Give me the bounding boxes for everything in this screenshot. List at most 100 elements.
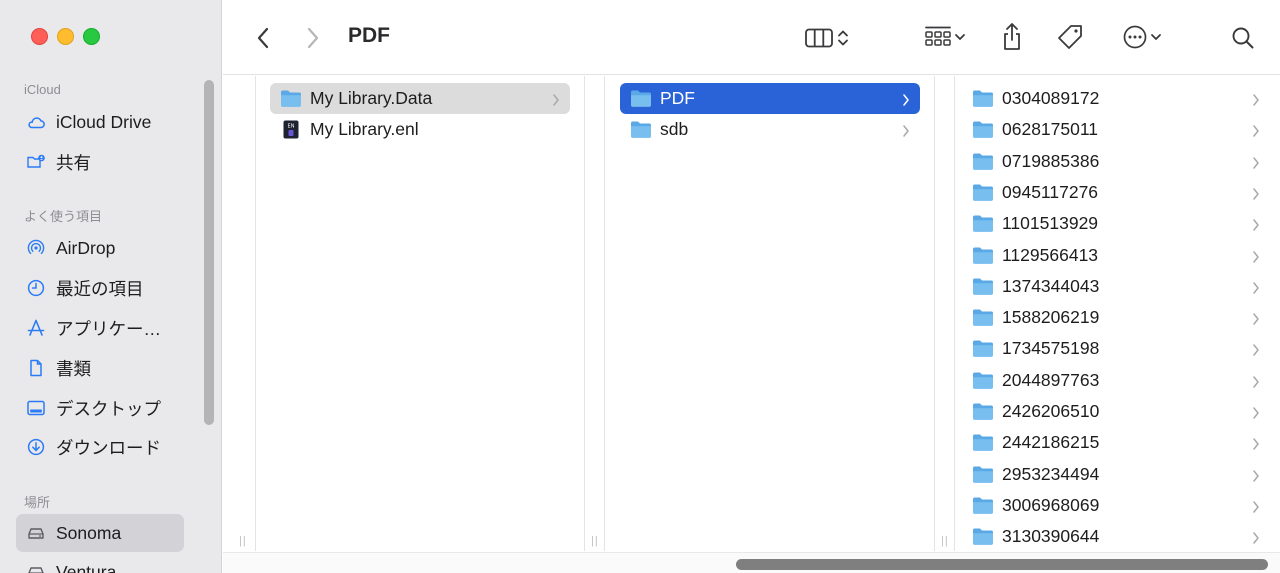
clock-icon bbox=[25, 277, 47, 299]
folder-icon bbox=[630, 89, 652, 108]
sidebar-item-desktop[interactable]: デスクトップ bbox=[16, 389, 184, 427]
item-name: 2426206510 bbox=[1002, 401, 1100, 421]
folder-row[interactable]: 0945117276 bbox=[962, 177, 1270, 208]
folder-icon bbox=[972, 183, 994, 202]
folder-row[interactable]: 3006968069 bbox=[962, 490, 1270, 521]
folder-icon bbox=[972, 433, 994, 452]
sidebar-item-label: Sonoma bbox=[56, 522, 122, 543]
folder-row[interactable]: 0304089172 bbox=[962, 83, 1270, 114]
item-name: 1129566413 bbox=[1002, 244, 1099, 265]
sidebar-item-label: 書類 bbox=[56, 358, 91, 379]
horizontal-scrollbar[interactable] bbox=[223, 552, 1280, 573]
folder-row[interactable]: 1588206219 bbox=[962, 302, 1270, 333]
folder-row[interactable]: 2442186215 bbox=[962, 427, 1270, 458]
back-button[interactable] bbox=[251, 24, 275, 52]
sidebar-item-shared[interactable]: 共有 bbox=[16, 143, 184, 181]
window-title: PDF bbox=[348, 24, 390, 47]
column-1: My Library.Data EN My Library.enl bbox=[257, 76, 585, 551]
window-controls bbox=[31, 28, 100, 45]
download-icon bbox=[25, 436, 47, 458]
chevron-right-icon bbox=[1252, 154, 1260, 169]
chevron-right-icon bbox=[1252, 279, 1260, 294]
item-name: My Library.Data bbox=[310, 88, 433, 108]
sidebar-item-applications[interactable]: アプリケー… bbox=[16, 309, 184, 347]
folder-icon bbox=[972, 152, 994, 171]
item-name: 0304089172 bbox=[1002, 88, 1100, 108]
chevron-left-icon bbox=[257, 27, 269, 49]
item-name: My Library.enl bbox=[310, 119, 419, 140]
item-name: 0628175011 bbox=[1002, 119, 1099, 140]
column-resize-handle[interactable]: || bbox=[591, 535, 599, 547]
folder-icon bbox=[972, 120, 994, 139]
folder-icon bbox=[630, 120, 652, 139]
column-resize-handle[interactable]: || bbox=[941, 535, 949, 547]
folder-row[interactable]: sdb bbox=[620, 114, 920, 145]
sidebar-item-documents[interactable]: 書類 bbox=[16, 349, 184, 387]
chevron-right-icon bbox=[1252, 498, 1260, 513]
sidebar-item-ventura[interactable]: Ventura bbox=[16, 553, 184, 573]
horizontal-scrollbar-thumb[interactable] bbox=[736, 559, 1268, 570]
item-name: PDF bbox=[660, 88, 695, 108]
sidebar-item-downloads[interactable]: ダウンロード bbox=[16, 428, 184, 466]
sidebar-item-label: AirDrop bbox=[56, 237, 116, 258]
folder-row[interactable]: 1101513929 bbox=[962, 208, 1270, 239]
column-resize-handle[interactable]: || bbox=[239, 535, 247, 547]
chevron-right-icon bbox=[902, 91, 910, 106]
item-name: 0945117276 bbox=[1002, 181, 1099, 202]
tag-button[interactable] bbox=[1053, 22, 1087, 54]
folder-row[interactable]: 1374344043 bbox=[962, 271, 1270, 302]
column-2-gutter: || bbox=[935, 76, 955, 551]
sidebar-item-label: Ventura bbox=[56, 561, 117, 573]
sidebar-section-favorites: よく使う項目 bbox=[24, 209, 103, 224]
item-name: 0719885386 bbox=[1002, 150, 1100, 171]
folder-icon bbox=[972, 308, 994, 327]
item-name: 1101513929 bbox=[1002, 213, 1099, 234]
file-row[interactable]: EN My Library.enl bbox=[270, 114, 570, 145]
sidebar-item-label: 最近の項目 bbox=[56, 278, 144, 299]
folder-row[interactable]: 0719885386 bbox=[962, 146, 1270, 177]
chevron-right-icon bbox=[552, 91, 560, 106]
sidebar-item-sonoma[interactable]: Sonoma bbox=[16, 514, 184, 552]
search-button[interactable] bbox=[1227, 22, 1259, 54]
folder-row[interactable]: 1734575198 bbox=[962, 333, 1270, 364]
sidebar: iCloud iCloud Drive 共有 よく使う項目 AirDrop 最近… bbox=[0, 0, 222, 573]
folder-row[interactable]: 2953234494 bbox=[962, 459, 1270, 490]
zoom-window-button[interactable] bbox=[83, 28, 100, 45]
drive-icon bbox=[25, 522, 47, 544]
view-mode-button[interactable] bbox=[796, 24, 858, 52]
item-name: 1734575198 bbox=[1002, 338, 1100, 359]
folder-row[interactable]: 2044897763 bbox=[962, 365, 1270, 396]
chevron-down-icon bbox=[955, 34, 965, 40]
share-button[interactable] bbox=[997, 20, 1027, 54]
folder-icon bbox=[972, 246, 994, 265]
close-window-button[interactable] bbox=[31, 28, 48, 45]
folder-icon bbox=[972, 214, 994, 233]
folder-icon bbox=[972, 277, 994, 296]
folder-row[interactable]: My Library.Data bbox=[270, 83, 570, 114]
sidebar-item-label: iCloud Drive bbox=[56, 111, 152, 132]
tag-icon bbox=[1058, 25, 1082, 49]
minimize-window-button[interactable] bbox=[57, 28, 74, 45]
group-button[interactable] bbox=[916, 22, 974, 52]
sidebar-item-label: ダウンロード bbox=[56, 437, 161, 458]
column-3: 0304089172 0628175011 0719885386 0945117276… bbox=[956, 76, 1280, 551]
chevron-right-icon bbox=[1252, 373, 1260, 388]
airdrop-icon bbox=[25, 237, 47, 259]
folder-row[interactable]: 1129566413 bbox=[962, 240, 1270, 271]
forward-button[interactable] bbox=[301, 24, 325, 52]
sidebar-section-locations: 場所 bbox=[24, 495, 51, 510]
folder-row[interactable]: PDF bbox=[620, 83, 920, 114]
folder-row[interactable]: 2426206510 bbox=[962, 396, 1270, 427]
applications-icon bbox=[25, 317, 47, 339]
sidebar-item-recents[interactable]: 最近の項目 bbox=[16, 269, 184, 307]
more-actions-button[interactable] bbox=[1113, 22, 1171, 52]
folder-row[interactable]: 0628175011 bbox=[962, 114, 1270, 145]
folder-row[interactable]: 3130390644 bbox=[962, 521, 1270, 551]
chevron-right-icon bbox=[1252, 341, 1260, 357]
sidebar-item-airdrop[interactable]: AirDrop bbox=[16, 229, 184, 267]
folder-icon bbox=[972, 89, 994, 108]
endnote-file-icon: EN bbox=[280, 120, 302, 139]
chevron-right-icon bbox=[1252, 310, 1260, 325]
sidebar-scrollbar[interactable] bbox=[204, 80, 214, 425]
sidebar-item-icloud-drive[interactable]: iCloud Drive bbox=[16, 103, 184, 141]
